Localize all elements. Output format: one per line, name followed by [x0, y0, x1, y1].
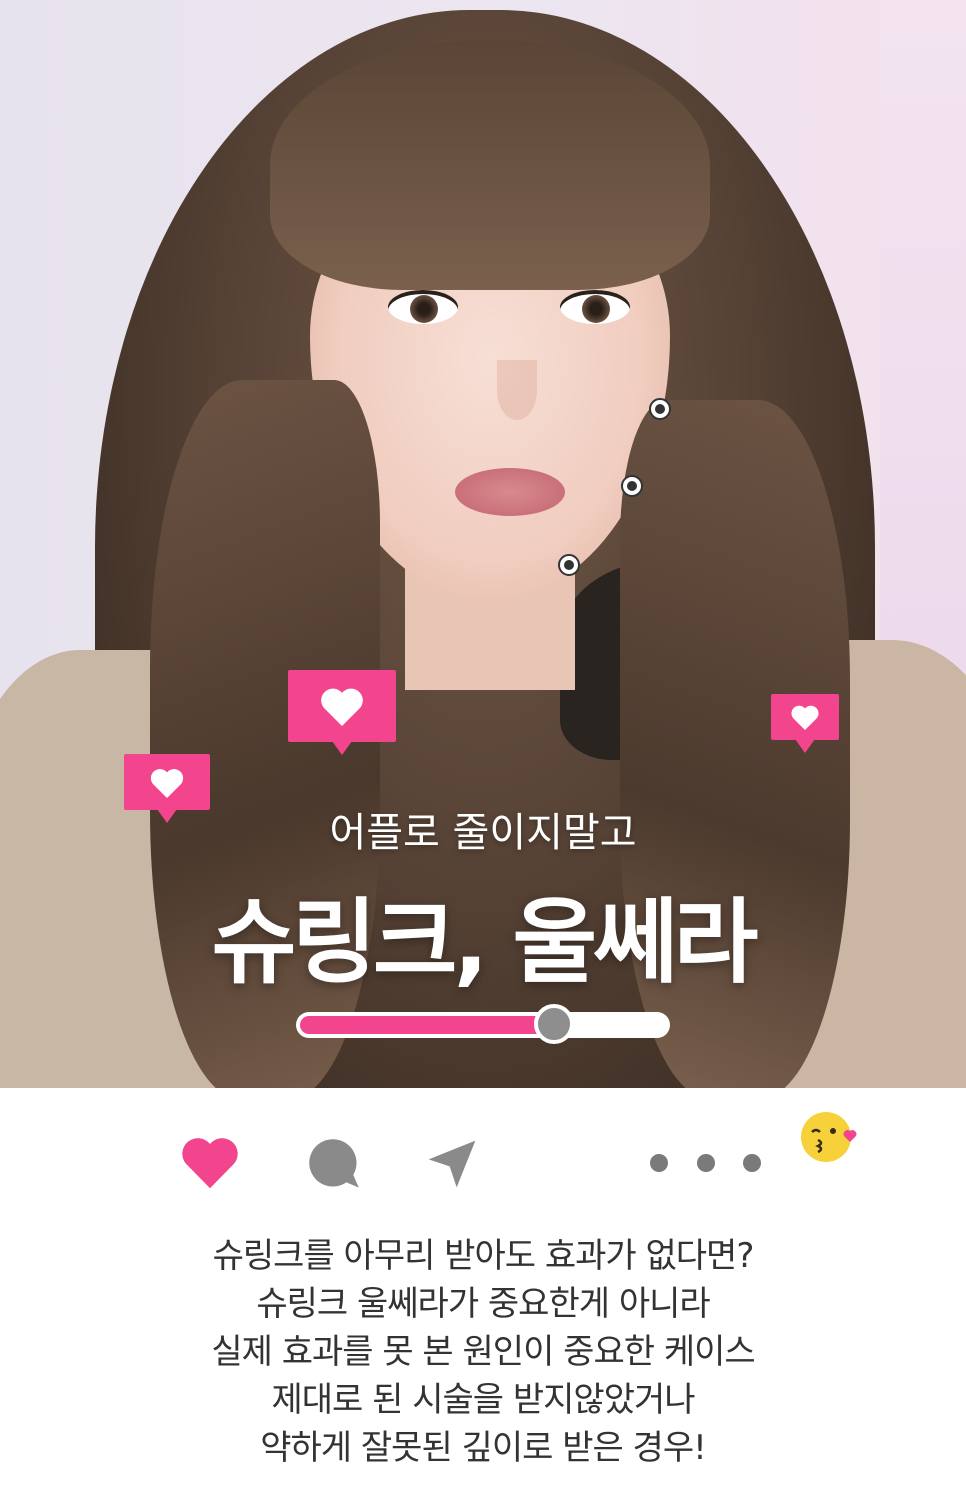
- caption: 슈링크를 아무리 받아도 효과가 없다면? 슈링크 울쎄라가 중요한게 아니라 …: [0, 1232, 966, 1472]
- caption-line: 슈링크를 아무리 받아도 효과가 없다면?: [212, 1236, 755, 1276]
- send-icon[interactable]: [424, 1136, 480, 1196]
- slider-thumb[interactable]: [534, 1004, 574, 1044]
- right-eye: [560, 290, 630, 324]
- caption-line: 약하게 잘못된 깊이로 받은 경우!: [260, 1428, 707, 1468]
- more-dots-icon[interactable]: [650, 1154, 668, 1172]
- treatment-point-marker: [621, 475, 643, 497]
- heart-bubble-icon: [288, 670, 396, 742]
- caption-line: 실제 효과를 못 본 원인이 중요한 케이스: [211, 1332, 755, 1372]
- treatment-point-marker: [649, 398, 671, 420]
- heart-icon[interactable]: [180, 1134, 240, 1194]
- nose: [497, 360, 537, 420]
- post-title: 슈링크, 울쎄라: [211, 889, 759, 996]
- progress-slider[interactable]: [296, 1004, 670, 1044]
- heart-bubble-icon: [771, 694, 839, 740]
- slider-fill: [300, 1016, 558, 1034]
- lips: [455, 468, 565, 516]
- caption-line: 슈링크 울쎄라가 중요한게 아니라: [256, 1284, 710, 1324]
- more-dots-icon[interactable]: [743, 1154, 761, 1172]
- post-photo: 어플로 줄이지말고 슈링크, 울쎄라: [0, 0, 966, 1088]
- left-eye: [388, 290, 458, 324]
- kissing-face-emoji-icon: [800, 1110, 860, 1168]
- bangs: [270, 40, 710, 290]
- caption-line: 제대로 된 시술을 받지않았거나: [271, 1380, 695, 1420]
- treatment-point-marker: [558, 554, 580, 576]
- post-subtitle: 어플로 줄이지말고: [329, 810, 637, 856]
- more-dots-icon[interactable]: [697, 1154, 715, 1172]
- comment-icon[interactable]: [307, 1138, 361, 1194]
